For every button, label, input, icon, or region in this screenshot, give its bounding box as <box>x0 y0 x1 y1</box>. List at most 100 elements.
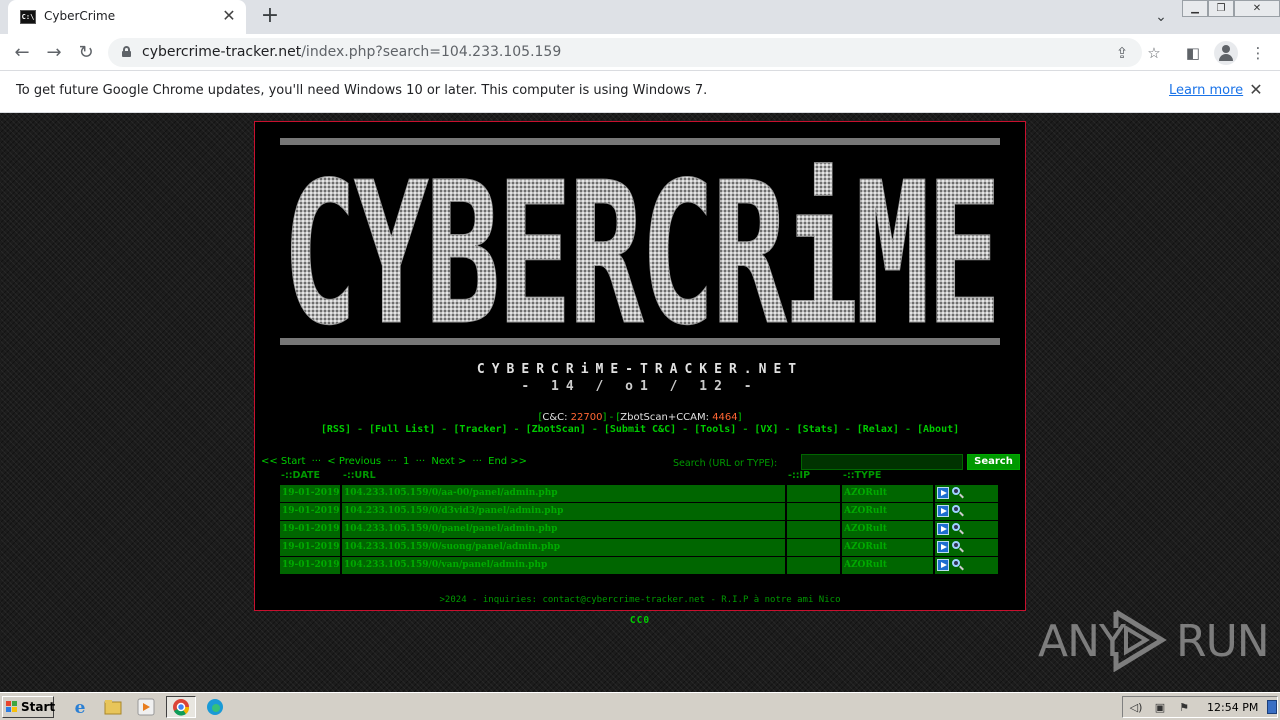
chrome-icon[interactable] <box>166 696 196 718</box>
nav-tracker[interactable]: [Tracker] <box>453 424 507 435</box>
magnifier-icon[interactable] <box>952 487 960 495</box>
row-date: 19-01-2019 <box>280 503 340 520</box>
row-ip <box>787 521 840 538</box>
nav-vx[interactable]: [VX] <box>754 424 778 435</box>
table-row: 19-01-2019 104.233.105.159/0/panel/panel/… <box>280 520 1000 538</box>
row-ip <box>787 485 840 502</box>
edge-icon[interactable] <box>203 696 227 718</box>
logo-text: CYBERCRiME <box>282 150 998 334</box>
infobar-message: To get future Google Chrome updates, you… <box>16 83 708 98</box>
table-header: -::DATE -::URL -::IP -::TYPE <box>280 466 1000 484</box>
menu-kebab-icon[interactable]: ⋮ <box>1246 41 1270 65</box>
cc-count: 22700 <box>570 412 603 423</box>
row-type-link[interactable]: AZORult <box>842 503 933 520</box>
address-bar[interactable]: cybercrime-tracker.net/index.php?search=… <box>108 38 1142 67</box>
svg-text:e: e <box>75 698 86 718</box>
lock-icon[interactable] <box>122 46 131 57</box>
row-url-link[interactable]: 104.233.105.159/0/aa-00/panel/admin.php <box>342 485 785 502</box>
side-panel-icon[interactable]: ◧ <box>1181 41 1205 65</box>
clock[interactable]: 12:54 PM <box>1207 701 1258 714</box>
row-actions <box>935 503 998 520</box>
open-link-icon[interactable] <box>937 541 949 553</box>
update-infobar: To get future Google Chrome updates, you… <box>0 71 1280 113</box>
tab-cybercrime[interactable]: C:\ CyberCrime ✕ <box>8 0 246 34</box>
show-desktop-button[interactable] <box>1267 700 1277 714</box>
infobar-close-icon[interactable]: ✕ <box>1246 80 1266 100</box>
magnifier-icon[interactable] <box>952 505 960 513</box>
network-icon[interactable]: ▣ <box>1153 701 1167 714</box>
start-button[interactable]: Start <box>2 696 56 718</box>
explorer-icon[interactable] <box>101 696 125 718</box>
zbot-label: ZbotScan+CCAM: <box>620 412 709 423</box>
open-link-icon[interactable] <box>937 523 949 535</box>
magnifier-icon[interactable] <box>952 523 960 531</box>
open-link-icon[interactable] <box>937 487 949 499</box>
row-date: 19-01-2019 <box>280 485 340 502</box>
row-type-link[interactable]: AZORult <box>842 557 933 574</box>
zbot-count: 4464 <box>712 412 738 423</box>
footer-text: >2024 - inquiries: contact@cybercrime-tr… <box>439 595 841 605</box>
ie-icon[interactable]: e <box>68 696 92 718</box>
learn-more-link[interactable]: Learn more <box>1169 83 1243 98</box>
row-ip <box>787 503 840 520</box>
new-tab-button[interactable]: + <box>258 5 282 29</box>
open-link-icon[interactable] <box>937 559 949 571</box>
tab-title: CyberCrime <box>44 9 116 23</box>
row-actions <box>935 485 998 502</box>
cc-label: C&C: <box>542 412 568 423</box>
row-url-link[interactable]: 104.233.105.159/0/suong/panel/admin.php <box>342 539 785 556</box>
open-link-icon[interactable] <box>937 505 949 517</box>
nav-stats[interactable]: [Stats] <box>797 424 839 435</box>
row-url-link[interactable]: 104.233.105.159/0/van/panel/admin.php <box>342 557 785 574</box>
play-logo-icon <box>1113 609 1167 672</box>
table-row: 19-01-2019 104.233.105.159/0/aa-00/panel/… <box>280 484 1000 502</box>
cybercrime-logo: CYBERCRiME <box>282 150 1001 334</box>
table-row: 19-01-2019 104.233.105.159/0/van/panel/ad… <box>280 556 1000 574</box>
minimize-button[interactable]: ▁ <box>1182 0 1208 17</box>
nav-relax[interactable]: [Relax] <box>857 424 899 435</box>
row-url-link[interactable]: 104.233.105.159/0/panel/panel/admin.php <box>342 521 785 538</box>
table-row: 19-01-2019 104.233.105.159/0/d3vid3/panel… <box>280 502 1000 520</box>
nav-full-list[interactable]: [Full List] <box>369 424 435 435</box>
media-player-icon[interactable] <box>134 696 158 718</box>
reload-icon[interactable]: ↻ <box>73 40 99 66</box>
page-background: CYBERCRiME CYBERCRiME-TRACKER.NET - 14 /… <box>0 113 1280 692</box>
row-type-link[interactable]: AZORult <box>842 485 933 502</box>
volume-icon[interactable]: ◁) <box>1129 701 1143 714</box>
nav-about[interactable]: [About] <box>917 424 959 435</box>
forward-arrow-icon[interactable]: → <box>41 40 67 66</box>
site-name: CYBERCRiME-TRACKER.NET <box>476 362 804 377</box>
site-date: - 14 / o1 / 12 - <box>521 379 759 394</box>
row-actions <box>935 539 998 556</box>
row-actions <box>935 557 998 574</box>
start-label: Start <box>21 700 56 714</box>
cc0-license[interactable]: CC0 <box>618 615 662 626</box>
tab-search-chevron-icon[interactable]: ⌄ <box>1150 7 1172 27</box>
row-date: 19-01-2019 <box>280 521 340 538</box>
row-type-link[interactable]: AZORult <box>842 539 933 556</box>
bookmark-star-icon[interactable]: ☆ <box>1142 41 1166 65</box>
logo-bottom-bar <box>280 338 1000 345</box>
share-icon[interactable]: ⇪ <box>1112 43 1132 63</box>
row-ip <box>787 557 840 574</box>
tab-close-icon[interactable]: ✕ <box>220 7 238 25</box>
magnifier-icon[interactable] <box>952 559 960 567</box>
action-center-flag-icon[interactable]: ⚑ <box>1177 701 1191 714</box>
restore-button[interactable]: ❐ <box>1208 0 1234 17</box>
col-type-header: -::TYPE <box>843 470 882 481</box>
profile-avatar-icon[interactable] <box>1214 41 1238 65</box>
nav-submit-cc[interactable]: [Submit C&C] <box>604 424 676 435</box>
magnifier-icon[interactable] <box>952 541 960 549</box>
row-type-link[interactable]: AZORult <box>842 521 933 538</box>
url-text[interactable]: cybercrime-tracker.net/index.php?search=… <box>142 44 561 60</box>
row-url-link[interactable]: 104.233.105.159/0/d3vid3/panel/admin.php <box>342 503 785 520</box>
row-date: 19-01-2019 <box>280 557 340 574</box>
nav-zbotscan[interactable]: [ZbotScan] <box>526 424 586 435</box>
nav-tools[interactable]: [Tools] <box>694 424 736 435</box>
close-window-button[interactable]: ✕ <box>1234 0 1280 17</box>
back-arrow-icon[interactable]: ← <box>9 40 35 66</box>
tab-favicon-icon: C:\ <box>20 10 36 24</box>
content-frame: CYBERCRiME CYBERCRiME-TRACKER.NET - 14 /… <box>254 121 1026 611</box>
nav-rss[interactable]: [RSS] <box>321 424 351 435</box>
row-actions <box>935 521 998 538</box>
